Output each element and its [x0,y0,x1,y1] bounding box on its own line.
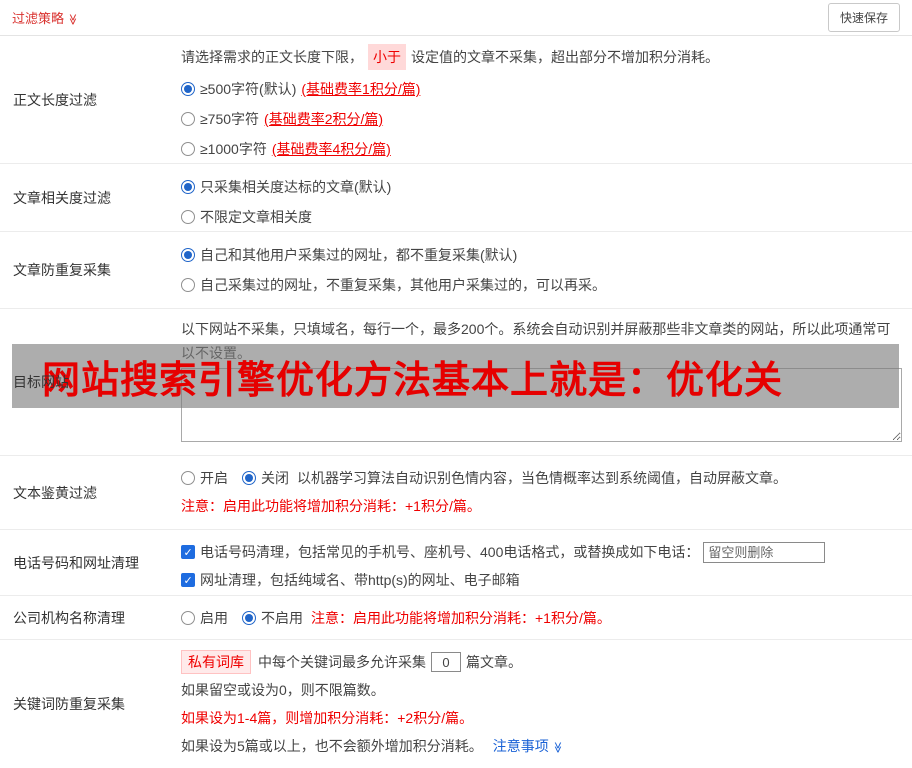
radio-porn-off[interactable] [242,471,256,485]
row-keyword-dedup: 关键词防重复采集 私有词库 中每个关键词最多允许采集 篇文章。 如果留空或设为0… [0,640,912,768]
private-lexicon-badge: 私有词库 [181,650,251,674]
keyword-line1-end: 篇文章。 [466,654,522,670]
row-body-length-filter: 正文长度过滤 请选择需求的正文长度下限， 小于 设定值的文章不采集，超出部分不增加积… [0,36,912,164]
url-cleanup-text: 网址清理，包括纯域名、带http(s)的网址、电子邮箱 [200,572,520,588]
rate-note-1-credit: (基础费率1积分/篇) [301,81,421,97]
body-length-desc-before: 请选择需求的正文长度下限， [181,49,363,65]
row-porn-filter: 文本鉴黄过滤 开启 关闭 以机器学习算法自动识别色情内容，当色情概率达到系统阈值… [0,456,912,530]
row-dedup-collection: 文章防重复采集 自己和其他用户采集过的网址，都不重复采集(默认) 自己采集过的网… [0,232,912,309]
body-length-label: 正文长度过滤 [13,91,97,108]
radio-relevance-any[interactable] [181,210,195,224]
radio-company-on[interactable] [181,611,195,625]
keyword-count-input[interactable] [431,652,461,672]
rate-note-2-credits: (基础费率2积分/篇) [264,111,384,127]
option-dedup-self-only[interactable]: 自己采集过的网址，不重复采集，其他用户采集过的，可以再采。 [181,270,902,300]
option-750-chars[interactable]: ≥750字符 (基础费率2积分/篇) [181,104,902,134]
row-phone-url-cleanup: 电话号码和网址清理 电话号码清理，包括常见的手机号、座机号、400电话格式，或替… [0,530,912,596]
option-1000-chars[interactable]: ≥1000字符 (基础费率4积分/篇) [181,134,902,163]
keyword-line1-mid: 中每个关键词最多允许采集 [258,654,426,670]
option-relevance-any-text: 不限定文章相关度 [200,209,312,225]
option-dedup-all-users-text: 自己和其他用户采集过的网址，都不重复采集(默认) [200,247,518,263]
notes-link[interactable]: 注意事项 ≫ [493,736,564,756]
body-length-desc-after: 设定值的文章不采集，超出部分不增加积分消耗。 [411,49,719,65]
phone-replacement-input[interactable] [703,541,826,563]
phone-cleanup-text: 电话号码清理，包括常见的手机号、座机号、400电话格式，或替换成如下电话： [200,544,700,560]
chevron-double-down-icon: ≫ [66,13,79,26]
porn-filter-note: 注意：启用此功能将增加积分消耗：+1积分/篇。 [181,498,481,514]
relevance-label: 文章相关度过滤 [13,189,111,206]
target-site-label: 目标网站 [13,374,69,390]
notes-link-text: 注意事项 [492,738,549,754]
keyword-line2: 如果留空或设为0，则不限篇数。 [181,682,385,698]
option-relevance-any[interactable]: 不限定文章相关度 [181,202,902,231]
radio-company-off[interactable] [242,611,256,625]
radio-porn-on[interactable] [181,471,195,485]
body-length-desc: 请选择需求的正文长度下限， 小于 设定值的文章不采集，超出部分不增加积分消耗。 [181,44,902,70]
option-750-text: ≥750字符 [200,111,260,127]
company-off-text: 不启用 [261,610,303,626]
option-relevance-standard-text: 只采集相关度达标的文章(默认) [200,179,392,195]
row-company-cleanup: 公司机构名称清理 启用 不启用 注意：启用此功能将增加积分消耗：+1积分/篇。 [0,596,912,640]
filter-strategy-title[interactable]: 过滤策略 ≫ [12,8,79,27]
phone-url-label: 电话号码和网址清理 [13,554,139,571]
row-relevance-filter: 文章相关度过滤 只采集相关度达标的文章(默认) 不限定文章相关度 [0,164,912,232]
less-than-badge: 小于 [368,44,406,70]
option-relevance-standard[interactable]: 只采集相关度达标的文章(默认) [181,172,902,202]
radio-relevance-standard[interactable] [181,180,195,194]
phone-cleanup-checkbox[interactable] [181,545,195,559]
option-dedup-self-only-text: 自己采集过的网址，不重复采集，其他用户采集过的，可以再采。 [200,277,606,293]
company-label: 公司机构名称清理 [13,609,125,626]
porn-filter-desc: 以机器学习算法自动识别色情内容，当色情概率达到系统阈值，自动屏蔽文章。 [297,470,787,486]
porn-off-text: 关闭 [261,470,289,486]
keyword-label: 关键词防重复采集 [13,696,125,712]
dedup-label: 文章防重复采集 [13,262,111,278]
page-header: 过滤策略 ≫ 快速保存 [0,0,912,36]
option-dedup-all-users[interactable]: 自己和其他用户采集过的网址，都不重复采集(默认) [181,240,902,270]
rate-note-4-credits: (基础费率4积分/篇) [271,141,391,157]
radio-dedup-all-users[interactable] [181,248,195,262]
radio-750-chars[interactable] [181,112,195,126]
option-500-chars[interactable]: ≥500字符(默认) (基础费率1积分/篇) [181,74,902,104]
page-title-text: 过滤策略 [12,11,65,26]
porn-filter-label: 文本鉴黄过滤 [13,484,97,501]
option-1000-text: ≥1000字符 [200,141,267,157]
company-note: 注意：启用此功能将增加积分消耗：+1积分/篇。 [311,610,611,626]
porn-on-text: 开启 [200,470,228,486]
radio-500-chars[interactable] [181,82,195,96]
quick-save-button[interactable]: 快速保存 [827,3,900,32]
keyword-line4: 如果设为5篇或以上，也不会额外增加积分消耗。 [181,738,483,754]
keyword-line3: 如果设为1-4篇，则增加积分消耗：+2积分/篇。 [181,710,474,726]
radio-1000-chars[interactable] [181,142,195,156]
option-500-text: ≥500字符(默认) [200,81,297,97]
notes-chevron-down-icon: ≫ [551,741,564,754]
radio-dedup-self-only[interactable] [181,278,195,292]
company-on-text: 启用 [200,610,228,626]
url-cleanup-checkbox[interactable] [181,573,195,587]
